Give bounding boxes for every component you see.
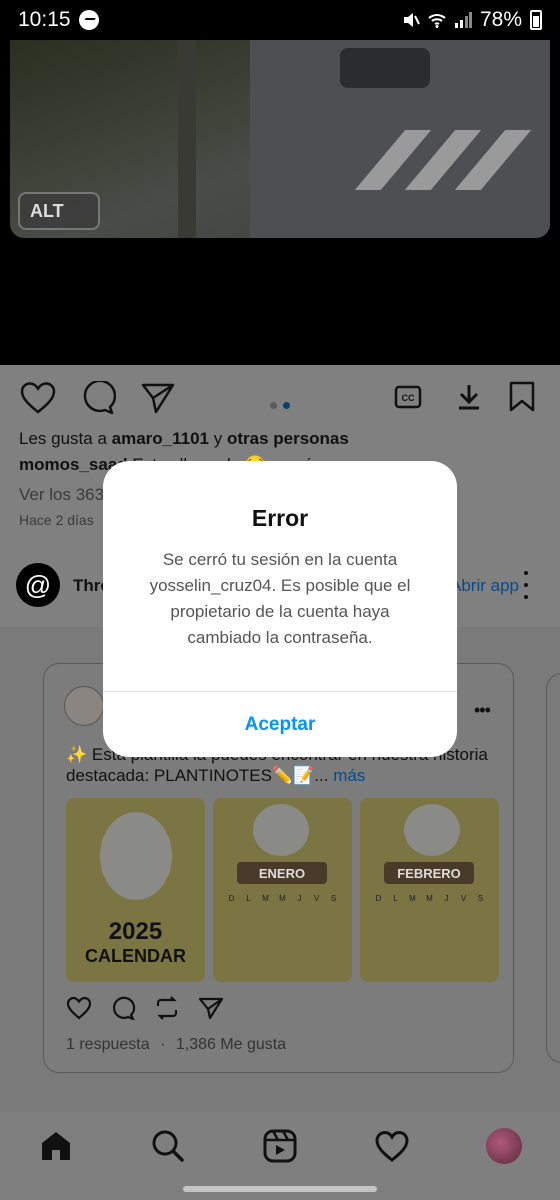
threads-post-stats: 1 respuesta · 1,386 Me gusta: [66, 1036, 286, 1054]
threads-image-calendar-cover[interactable]: 2025 CALENDAR: [66, 798, 205, 982]
status-icons: 78%: [402, 8, 542, 32]
download-icon[interactable]: [456, 383, 482, 411]
likes-user-link[interactable]: amaro_1101: [112, 429, 209, 448]
wifi-icon: [428, 14, 446, 28]
pole-shape: [178, 40, 196, 238]
replies-count[interactable]: 1 respuesta: [66, 1036, 150, 1053]
threads-post-images: 2025 CALENDAR ENERO DLMMJVS FEBRERO DLMM…: [66, 798, 499, 982]
post-media[interactable]: ALT: [0, 40, 560, 365]
carousel-dot: [270, 402, 277, 409]
likes-line: Les gusta a amaro_1101 y otras personas: [19, 429, 349, 449]
open-app-button[interactable]: Abrir app: [450, 576, 519, 596]
battery-percent: 78%: [479, 8, 522, 31]
messenger-icon: [78, 10, 99, 30]
mute-icon: [403, 13, 420, 27]
svg-text:CC: CC: [402, 393, 415, 403]
threads-post-more-icon[interactable]: •••: [474, 700, 491, 721]
repost-icon[interactable]: [154, 996, 180, 1020]
threads-image-febrero[interactable]: FEBRERO DLMMJVS: [360, 798, 499, 982]
captions-icon[interactable]: CC: [394, 383, 422, 411]
reels-icon[interactable]: [262, 1128, 298, 1164]
reply-icon[interactable]: [110, 996, 136, 1020]
dialog-title: Error: [251, 505, 309, 531]
carousel-indicator: [270, 402, 290, 409]
month-label: ENERO: [237, 862, 327, 884]
threads-more-link[interactable]: más: [328, 766, 365, 785]
month-label: FEBRERO: [384, 862, 474, 884]
duck-illustration: [404, 804, 460, 856]
threads-post-avatar[interactable]: [64, 686, 104, 726]
profile-avatar[interactable]: [486, 1128, 522, 1164]
share-icon[interactable]: [198, 996, 224, 1020]
heart-icon[interactable]: [20, 381, 56, 415]
calendar-year: 2025: [108, 918, 163, 945]
calendar-weekdays: DLMMJVS: [228, 894, 337, 903]
threads-image-enero[interactable]: ENERO DLMMJVS: [213, 798, 352, 982]
dialog-message: Se cerró tu sesión en la cuenta yosselin…: [149, 550, 411, 647]
threads-next-card[interactable]: [546, 673, 560, 1063]
calendar-weekdays: DLMMJVS: [375, 894, 484, 903]
duck-illustration: [100, 812, 172, 900]
car-shape: [340, 48, 430, 88]
activity-heart-icon[interactable]: [374, 1128, 410, 1164]
comment-icon[interactable]: [80, 381, 116, 415]
post-time: Hace 2 días: [19, 512, 94, 528]
search-icon[interactable]: [150, 1128, 186, 1164]
home-icon[interactable]: [38, 1128, 74, 1164]
post-actions: CC: [0, 375, 560, 419]
threads-post-actions: [66, 996, 224, 1020]
likes-prefix: Les gusta a: [19, 429, 112, 448]
duck-illustration: [253, 804, 309, 856]
gesture-bar[interactable]: [183, 1186, 377, 1192]
status-bar: 10:15 78%: [0, 0, 560, 40]
battery-icon: [530, 10, 542, 30]
likes-count[interactable]: 1,386 Me gusta: [176, 1036, 286, 1053]
likes-others-link[interactable]: otras personas: [227, 429, 349, 448]
error-dialog: Error Se cerró tu sesión en la cuenta yo…: [103, 461, 457, 757]
likes-mid: y: [209, 429, 227, 448]
threads-logo-icon: @: [16, 563, 60, 607]
share-icon[interactable]: [140, 381, 176, 415]
status-time: 10:15: [18, 8, 71, 31]
accept-button[interactable]: Aceptar: [103, 692, 457, 757]
heart-icon[interactable]: [66, 996, 92, 1020]
carousel-dot-active: [283, 402, 290, 409]
alt-badge[interactable]: ALT: [18, 192, 100, 230]
stats-separator: ·: [160, 1036, 166, 1053]
signal-icon: [454, 12, 472, 28]
more-options-icon[interactable]: [522, 571, 530, 599]
calendar-word: CALENDAR: [85, 946, 186, 966]
bottom-nav: [0, 1112, 560, 1200]
bookmark-icon[interactable]: [508, 381, 536, 413]
